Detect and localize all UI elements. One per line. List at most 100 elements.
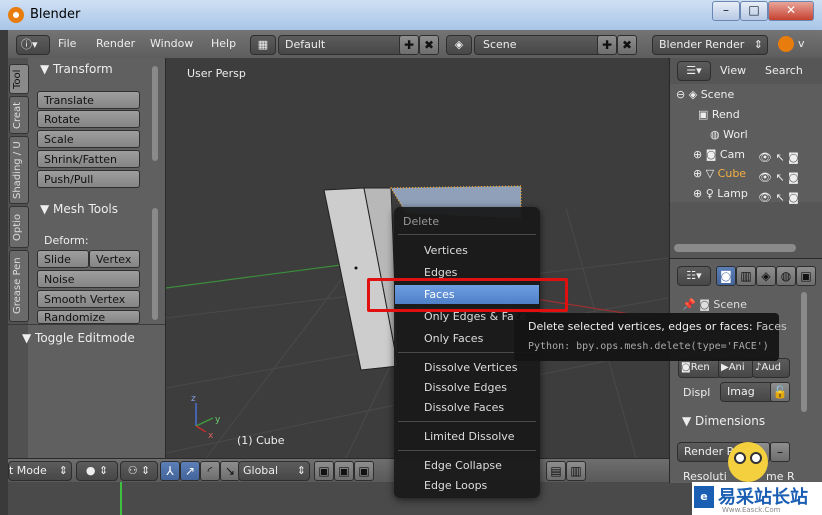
mesh-tools-panel-header[interactable]: ▼ Mesh Tools (40, 202, 118, 216)
layer-cube-icon-3[interactable]: ▣ (354, 461, 374, 481)
properties-tabs: ◙ ▥ ◈ ◍ ▣ (716, 266, 816, 286)
audio-tab-label: Aud (761, 362, 781, 373)
properties-editor-type[interactable]: ☷▾ (677, 266, 711, 286)
outliner-camera-label: Cam (719, 148, 746, 161)
outliner-row-world[interactable]: ◍ Worl (710, 128, 748, 141)
render-tab-icon[interactable]: ◙ (716, 266, 736, 286)
render-animation-button[interactable]: ▶Ani (718, 358, 754, 378)
render-engine-select[interactable]: Blender Render ⇕ (652, 35, 768, 55)
minimize-button[interactable]: – (712, 1, 740, 21)
outliner-view-menu[interactable]: View (720, 64, 746, 77)
render-image-icon[interactable]: ▤ (546, 461, 566, 481)
scale-manipulator-icon[interactable]: ↘ (220, 461, 240, 481)
render-engine-label: Blender Render (659, 38, 745, 51)
outliner-row-camera[interactable]: ⊕ ◙ Cam (693, 148, 745, 161)
tool-shelf-tabs: Tool Creat Shading / U Optio Grease Pen (8, 58, 29, 458)
outliner-search-menu[interactable]: Search (765, 64, 803, 77)
maximize-button[interactable]: □ (740, 1, 768, 21)
noise-button[interactable]: Noise (37, 270, 140, 288)
lock-icon[interactable]: 🔓 (770, 382, 790, 402)
close-button[interactable]: ✕ (768, 1, 814, 21)
remove-scene-button[interactable]: ✖ (617, 35, 637, 55)
toolshelf-scrollbar[interactable] (152, 66, 158, 161)
transform-panel-header[interactable]: ▼ Transform (40, 62, 113, 76)
menu-help[interactable]: Help (211, 37, 236, 50)
toggle-editmode-header[interactable]: ▼ Toggle Editmode (22, 331, 135, 345)
manipulator-toggle[interactable]: ⅄ (160, 461, 180, 481)
render-layers-icon: ▣ (698, 108, 712, 121)
scene-field[interactable]: Scene (474, 35, 602, 55)
tab-shading-uv[interactable]: Shading / U (9, 136, 29, 204)
blender-version-icon (778, 36, 794, 52)
tab-grease-pencil[interactable]: Grease Pen (9, 250, 29, 322)
scale-button[interactable]: Scale (37, 130, 140, 148)
render-anim-icon[interactable]: ▥ (566, 461, 586, 481)
dimensions-panel-header[interactable]: ▼ Dimensions (682, 414, 765, 428)
remove-preset-button[interactable]: – (770, 442, 790, 462)
world-icon: ◍ (710, 128, 724, 141)
window-titlebar: Blender – □ ✕ (0, 0, 822, 30)
menu-item-vertices[interactable]: Vertices (424, 244, 468, 257)
animation-tab-label: Ani (728, 362, 745, 373)
menu-file[interactable]: File (58, 37, 76, 50)
render-still-button[interactable]: ◙Ren (678, 358, 722, 378)
scene-tab-icon[interactable]: ◈ (756, 266, 776, 286)
world-tab-icon[interactable]: ◍ (776, 266, 796, 286)
menu-item-edge-collapse[interactable]: Edge Collapse (424, 459, 502, 472)
layer-cube-icon-2[interactable]: ▣ (334, 461, 354, 481)
screen-layout-field[interactable]: Default (278, 35, 404, 55)
menu-item-dissolve-faces[interactable]: Dissolve Faces (424, 401, 504, 414)
object-tab-icon[interactable]: ▣ (796, 266, 816, 286)
menu-render[interactable]: Render (96, 37, 135, 50)
screen-layout-icon[interactable]: ▦ (250, 35, 276, 55)
outliner-row-scene[interactable]: ⊖ ◈ Scene (676, 88, 734, 101)
translate-manipulator-icon[interactable]: ↗ (180, 461, 200, 481)
menu-item-dissolve-vertices[interactable]: Dissolve Vertices (424, 361, 517, 374)
display-select[interactable]: Imag (720, 382, 776, 402)
outliner-row-render[interactable]: ▣ Rend (698, 108, 740, 121)
render-layers-tab-icon[interactable]: ▥ (736, 266, 756, 286)
main-header: ⓘ▾ File Render Window Help ▦ Default ✚ ✖… (8, 30, 822, 59)
render-audio-button[interactable]: ♪Aud (752, 358, 790, 378)
y-axis-line (166, 262, 357, 289)
outliner-visibility-icons[interactable]: 👁 ↖ ◙ 👁 ↖ ◙ 👁 ↖ ◙ (758, 148, 799, 208)
translate-button[interactable]: Translate (37, 91, 140, 109)
smooth-vertex-button[interactable]: Smooth Vertex (37, 290, 140, 308)
outliner-row-lamp[interactable]: ⊕ ♀ Lamp (693, 187, 748, 200)
slide-edge-button[interactable]: Slide Ed (37, 250, 89, 284)
scene-icon[interactable]: ◈ (446, 35, 472, 55)
editor-type-menu[interactable]: ⓘ▾ (16, 35, 50, 55)
pivot-select[interactable]: ⚇ ⇕ (120, 461, 158, 481)
outliner-scrollbar[interactable] (674, 244, 796, 252)
rotate-manipulator-icon[interactable]: ◜ (200, 461, 220, 481)
menu-window[interactable]: Window (150, 37, 193, 50)
tab-options[interactable]: Optio (9, 206, 29, 248)
outliner-editor-type[interactable]: ☰▾ (677, 61, 711, 81)
layer-cube-icon[interactable]: ▣ (314, 461, 334, 481)
current-frame-indicator[interactable] (120, 482, 122, 515)
add-layout-button[interactable]: ✚ (399, 35, 419, 55)
mode-select[interactable]: t Mode ⇕ (8, 461, 72, 481)
randomize-button[interactable]: Randomize (37, 310, 140, 324)
chevron-updown-icon: ⇕ (58, 464, 68, 477)
menu-item-only-faces[interactable]: Only Faces (424, 332, 483, 345)
tab-create[interactable]: Creat (9, 96, 29, 134)
toolshelf-scrollbar-2[interactable] (152, 208, 158, 320)
push-pull-button[interactable]: Push/Pull (37, 170, 140, 188)
rotate-button[interactable]: Rotate (37, 110, 140, 128)
add-scene-button[interactable]: ✚ (597, 35, 617, 55)
properties-scrollbar[interactable] (801, 292, 807, 412)
menu-item-limited-dissolve[interactable]: Limited Dissolve (424, 430, 515, 443)
menu-item-edge-loops[interactable]: Edge Loops (424, 479, 487, 492)
remove-layout-button[interactable]: ✖ (419, 35, 439, 55)
outliner-cube-label: Cube (717, 167, 747, 180)
outliner-row-cube[interactable]: ⊕ ▽ Cube (693, 167, 746, 180)
chevron-updown-icon: ⇕ (753, 38, 763, 51)
tab-tool[interactable]: Tool (9, 64, 29, 94)
slide-vertex-button[interactable]: Vertex (89, 250, 140, 268)
viewport-shading-select[interactable]: ● ⇕ (76, 461, 118, 481)
transform-orientation-select[interactable]: Global ⇕ (238, 461, 310, 481)
menu-item-dissolve-edges[interactable]: Dissolve Edges (424, 381, 507, 394)
pivot-icon: ⚇ ⇕ (127, 464, 151, 477)
shrink-fatten-button[interactable]: Shrink/Fatten (37, 150, 140, 168)
